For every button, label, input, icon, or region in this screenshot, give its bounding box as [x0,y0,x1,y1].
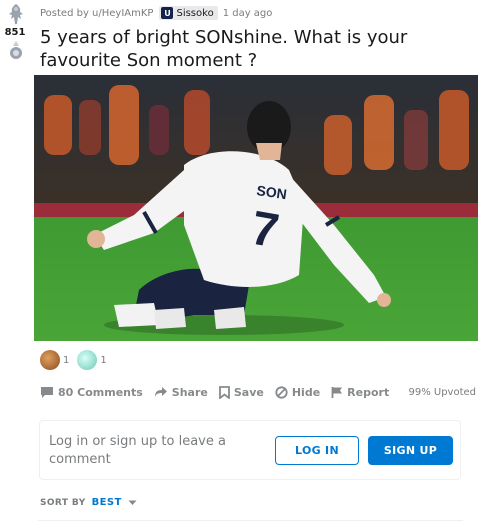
bookmark-icon [218,385,230,399]
chevron-down-icon [128,500,137,505]
post-actions: 80 Comments Share Save Hide Report 99% U… [40,382,476,402]
sign-up-button[interactable]: SIGN UP [368,436,453,465]
comment-login-box: Log in or sign up to leave a comment LOG… [39,420,461,480]
comment-icon [41,386,53,398]
share-label: Share [171,385,208,399]
awards-row: 1 1 [40,348,115,372]
award-item[interactable]: 1 [77,350,107,370]
report-label: Report [347,385,390,399]
share-button[interactable]: Share [154,386,208,399]
hide-label: Hide [291,385,321,399]
hide-button[interactable]: Hide [275,386,320,399]
sort-value: BEST [91,497,122,508]
log-in-button[interactable]: LOG IN [275,436,359,465]
divider [38,520,463,521]
comments-label: 80 Comments [58,385,143,399]
post-timestamp[interactable]: 1 day ago [223,8,273,19]
posted-by-link[interactable]: Posted by u/HeyIAmKP [40,8,153,19]
save-label: Save [233,385,264,399]
share-icon [154,387,167,397]
flair-text: Sissoko [176,7,214,19]
flag-icon [331,386,343,398]
vote-score: 851 [4,27,26,38]
club-crest-icon: U [161,7,174,19]
award-item[interactable]: 1 [40,350,69,370]
save-button[interactable]: Save [218,385,264,399]
award-count: 1 [100,354,107,366]
upvote-icon[interactable] [7,3,25,25]
sort-dropdown[interactable]: SORT BY BEST [40,497,137,508]
post-title[interactable]: 5 years of bright SONshine. What is your… [40,26,470,72]
upvoted-percentage: 99% Upvoted [408,386,476,398]
sort-label: SORT BY [40,497,86,508]
post-meta: Posted by u/HeyIAmKP U Sissoko 1 day ago [40,4,272,22]
award-bear-icon [40,350,60,370]
downvote-icon[interactable] [8,40,24,62]
post-image[interactable]: SON 7 [34,75,478,341]
hide-icon [275,385,288,399]
vote-column: 851 [0,0,34,80]
user-flair: U Sissoko [159,6,218,20]
award-angel-icon [77,350,98,370]
login-prompt: Log in or sign up to leave a comment [49,434,226,467]
award-count: 1 [63,354,70,366]
report-button[interactable]: Report [331,386,389,399]
comments-button[interactable]: 80 Comments [40,386,143,399]
